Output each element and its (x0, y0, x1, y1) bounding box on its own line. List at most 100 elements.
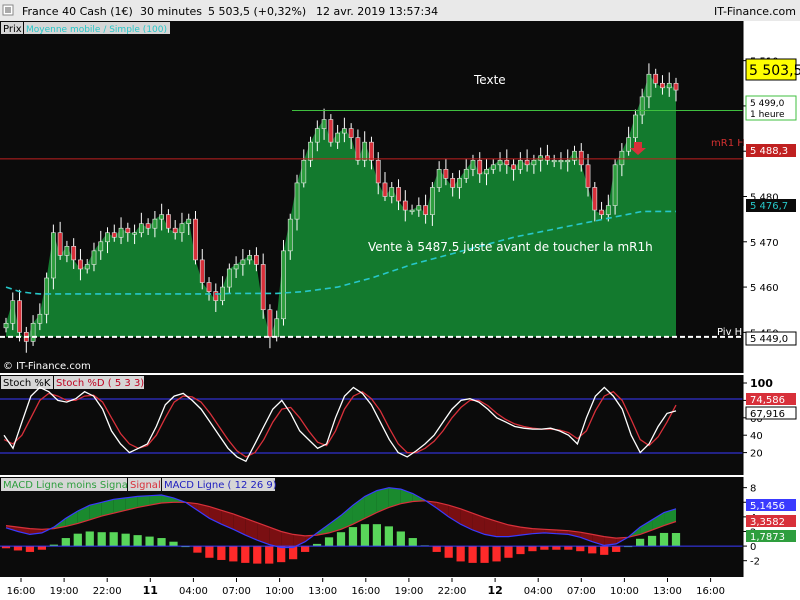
candle (484, 169, 489, 175)
candle (436, 169, 442, 188)
candle (605, 205, 611, 215)
macd-hist-bar (265, 546, 274, 564)
stoch-k-value: 67,916 (750, 409, 785, 420)
candle (111, 232, 117, 238)
candle (193, 218, 198, 261)
time-tick-label: 16:00 (7, 586, 36, 597)
candle (423, 205, 428, 215)
macd-panel[interactable] (0, 477, 743, 577)
macd-hist-label: MACD Ligne moins Signal (3, 480, 131, 491)
macd-hist-bar (540, 546, 549, 550)
time-tick-label: 04:00 (524, 586, 553, 597)
candle (152, 218, 158, 229)
macd-hist-bar (432, 546, 441, 552)
candle (125, 227, 131, 234)
candle (267, 309, 273, 338)
tab-prix-label: Prix (3, 24, 22, 35)
macd-hist-bar (97, 532, 106, 547)
macd-hist-bar (300, 546, 310, 552)
candle (551, 159, 557, 163)
candle (619, 150, 625, 166)
candle (511, 164, 516, 170)
candle (653, 73, 659, 84)
macd-hist-bar (384, 526, 393, 547)
candle (443, 169, 449, 179)
time-tick-label: 19:00 (394, 586, 423, 597)
candle (294, 182, 300, 220)
candle (166, 214, 171, 229)
candle (362, 141, 368, 161)
annotation-top: Texte (473, 73, 506, 87)
macd-hist-value: 1,7873 (750, 532, 785, 543)
candle (30, 322, 36, 342)
time-tick-label: 19:00 (50, 586, 79, 597)
candle (450, 178, 456, 188)
macd-hist-bar (444, 546, 453, 558)
candle (233, 264, 239, 270)
macd-hist-bar (492, 546, 501, 562)
macd-hist-bar (564, 546, 573, 550)
candle (287, 218, 293, 252)
candle (84, 264, 90, 270)
candle (10, 300, 16, 324)
candle (328, 119, 334, 143)
macd-tick-label: 0 (750, 542, 756, 553)
macd-hist-bar (61, 538, 70, 547)
candle (416, 205, 422, 211)
candle (17, 300, 22, 333)
candle (389, 187, 395, 197)
macd-hist-bar (13, 546, 23, 551)
candle (247, 255, 253, 261)
instrument-title: France 40 Cash (1€) (22, 5, 133, 18)
candle (342, 128, 347, 134)
macd-hist-bar (277, 546, 286, 563)
candle (517, 159, 523, 170)
ma-value: 5 476,7 (750, 201, 788, 212)
candle (396, 187, 401, 202)
stoch-panel[interactable] (0, 375, 743, 475)
watermark: © IT-Finance.com (3, 361, 91, 372)
candle (504, 159, 510, 166)
candle (369, 141, 374, 161)
hline-sub: 1 heure (750, 110, 785, 120)
candle (213, 291, 219, 301)
candle (666, 82, 672, 89)
macd-hist-bar (109, 532, 118, 547)
macd-hist-bar (360, 524, 370, 547)
candle (538, 155, 544, 161)
candle (172, 227, 178, 234)
macd-tick-label: -2 (750, 557, 760, 568)
candle (199, 259, 205, 283)
candle (477, 159, 483, 175)
candle (463, 169, 469, 179)
candle (3, 322, 9, 329)
candle (335, 132, 340, 143)
macd-hist-bar (133, 535, 142, 547)
macd-hist-bar (205, 546, 214, 558)
candle (375, 159, 381, 184)
time-tick-label: 11 (143, 584, 158, 597)
candle (612, 164, 618, 206)
macd-hist-bar (145, 536, 154, 547)
last-price: 5 503,5 (+0,32%) (208, 5, 306, 18)
time-tick-label: 13:00 (308, 586, 337, 597)
annotation-main: Vente à 5487.5 juste avant de toucher la… (368, 240, 653, 254)
candle (91, 250, 97, 265)
candle (159, 214, 165, 220)
candle (78, 259, 83, 270)
macd-hist-bar (324, 537, 334, 547)
candle (240, 259, 246, 265)
time-tick-label: 16:00 (696, 586, 725, 597)
candle (578, 150, 584, 166)
time-tick-label: 04:00 (179, 586, 208, 597)
macd-hist-bar (372, 524, 382, 547)
mr1-text: mR1 H (711, 138, 745, 149)
trading-chart: France 40 Cash (1€) 30 minutes 5 503,5 (… (0, 0, 800, 600)
candle (314, 128, 320, 143)
hline-label: 5 499,0 (750, 99, 785, 109)
tab-ma-label: Moyenne mobile / Simple (100) (26, 25, 167, 35)
stoch-tick-label: 100 (750, 377, 773, 390)
candle (321, 119, 327, 129)
macd-hist-bar (25, 546, 35, 552)
timeframe[interactable]: 30 minutes (140, 5, 202, 18)
